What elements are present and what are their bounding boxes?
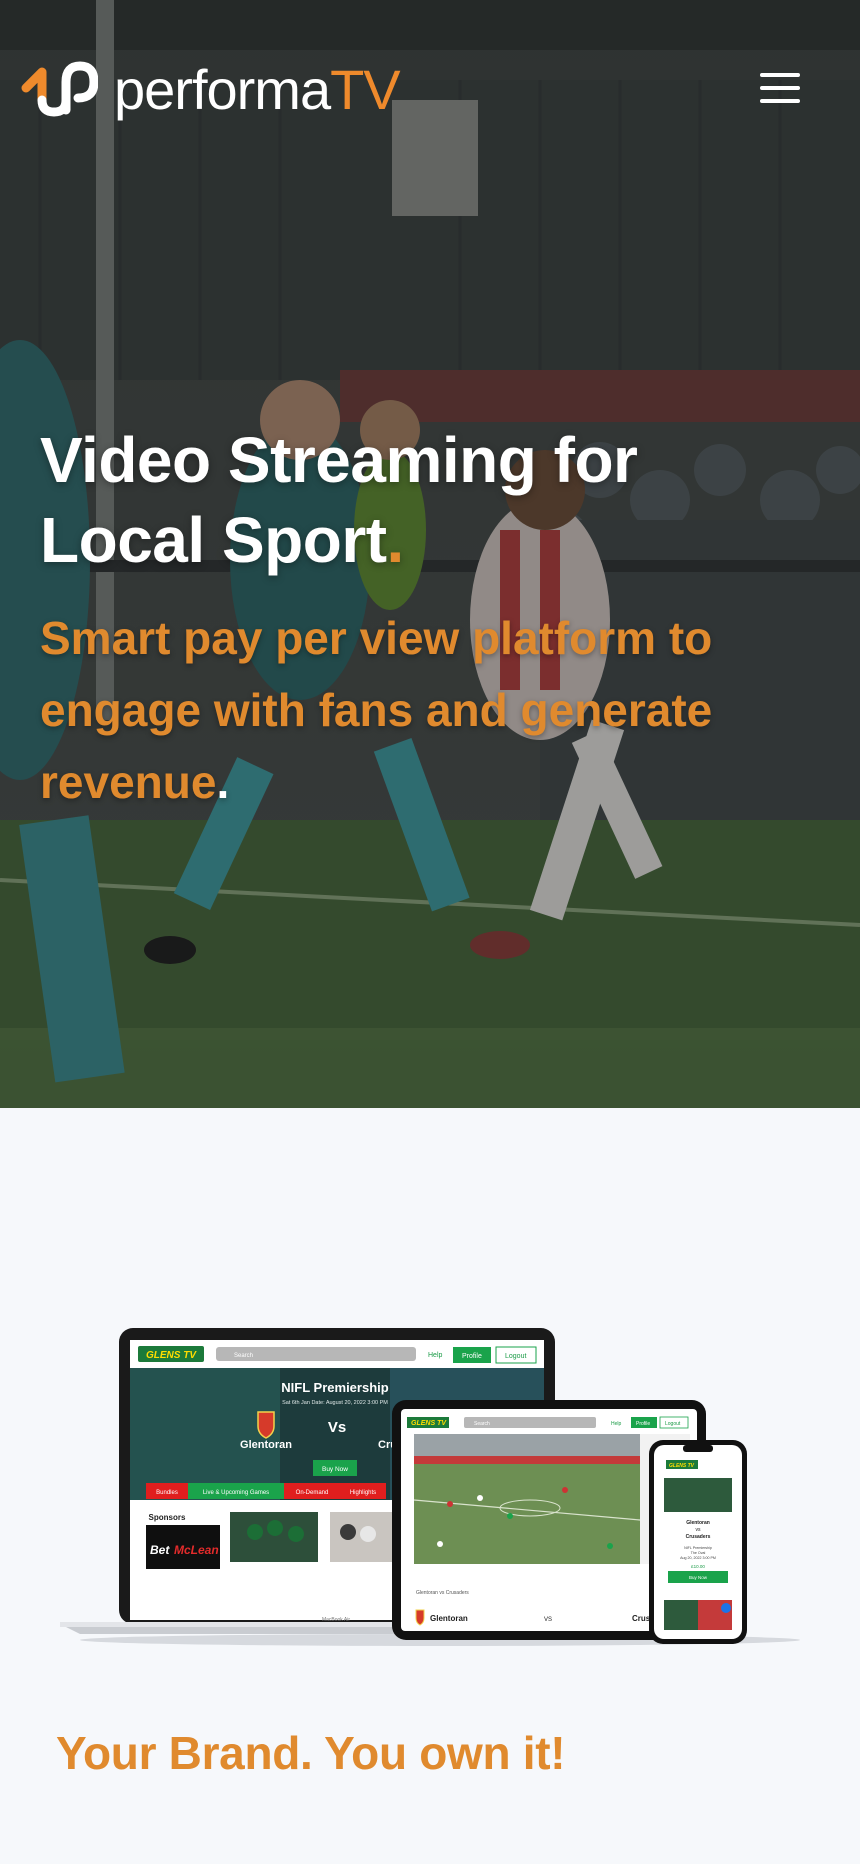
tablet-search: Search <box>474 1421 490 1427</box>
laptop-tab-highlights: Highlights <box>350 1490 376 1496</box>
laptop-sponsors: Sponsors <box>149 1513 186 1522</box>
hero-title-line2: Local Sport <box>40 504 387 576</box>
menu-bar <box>760 73 800 77</box>
hero-section: performaTV Video Streaming for Local Spo… <box>0 0 860 1108</box>
tablet-home-team: Glentoran <box>430 1614 468 1623</box>
laptop-tab-bundles: Bundles <box>156 1490 178 1496</box>
laptop-tab-on-demand: On-Demand <box>296 1490 329 1496</box>
hero-title-dot: . <box>386 504 405 576</box>
laptop-search: Search <box>234 1353 253 1359</box>
laptop-home-team: Glentoran <box>240 1439 292 1451</box>
top-navigation: performaTV <box>0 0 860 170</box>
laptop-match-line: Sat 6th Jan Date: August 20, 2022 3:00 P… <box>282 1400 388 1406</box>
brand-name: performaTV <box>114 62 401 118</box>
phone-screen-logo: GLENS TV <box>669 1463 695 1469</box>
phone-venue: The Oval <box>691 1551 706 1555</box>
tablet-logout: Logout <box>665 1421 681 1427</box>
phone-buy-now: Buy Now <box>689 1575 708 1580</box>
phone-date: Aug 20, 2022 3:00 PM <box>680 1556 716 1560</box>
phone-vs: vs <box>696 1527 702 1533</box>
hero-title-line1: Video Streaming for <box>40 424 638 496</box>
device-mockup-image: GLENS TV Search Help Profile Logout NIFL… <box>60 1328 800 1646</box>
phone-league: NIFL Premiership <box>684 1546 712 1550</box>
section-heading: Your Brand. You own it! <box>56 1727 566 1779</box>
hero-subtitle-dot: . <box>216 756 230 808</box>
laptop-logout: Logout <box>505 1353 526 1360</box>
laptop-tab-live: Live & Upcoming Games <box>203 1490 269 1496</box>
laptop-buy-now: Buy Now <box>322 1466 348 1473</box>
performa-logo-icon <box>21 61 98 117</box>
brand-logo[interactable]: performaTV <box>20 60 401 120</box>
tablet-caption: Glentoran vs Crusaders <box>416 1590 469 1596</box>
laptop-sponsor-a: Bet <box>150 1543 170 1557</box>
laptop-vs: Vs <box>328 1419 346 1436</box>
hero-title: Video Streaming for Local Sport. <box>40 420 820 580</box>
hamburger-menu-icon[interactable] <box>756 68 804 108</box>
tablet-vs: VS <box>544 1617 552 1623</box>
menu-bar <box>760 86 800 90</box>
tablet-help: Help <box>611 1421 622 1427</box>
tablet-profile: Profile <box>636 1421 650 1427</box>
laptop-model-label: MacBook Air <box>322 1617 350 1623</box>
laptop-help: Help <box>428 1352 443 1359</box>
laptop-profile: Profile <box>462 1353 482 1360</box>
laptop-league: NIFL Premiership <box>281 1380 388 1395</box>
brand-name-main: performa <box>114 58 331 121</box>
menu-bar <box>760 99 800 103</box>
brand-name-accent: TV <box>330 58 401 121</box>
phone-away-team: Crusaders <box>686 1534 711 1540</box>
hero-subtitle-text: Smart pay per view platform to engage wi… <box>40 612 713 808</box>
phone-home-team: Glentoran <box>686 1520 710 1526</box>
phone-price: £10.00 <box>691 1564 705 1569</box>
tablet-screen-logo: GLENS TV <box>411 1420 447 1427</box>
hero-subtitle: Smart pay per view platform to engage wi… <box>40 602 820 818</box>
phone-mockup: GLENS TV Glentoran vs Crusaders NIFL Pre… <box>649 1440 747 1644</box>
laptop-sponsor-b: McLean <box>174 1543 219 1557</box>
laptop-screen-logo: GLENS TV <box>146 1350 197 1361</box>
